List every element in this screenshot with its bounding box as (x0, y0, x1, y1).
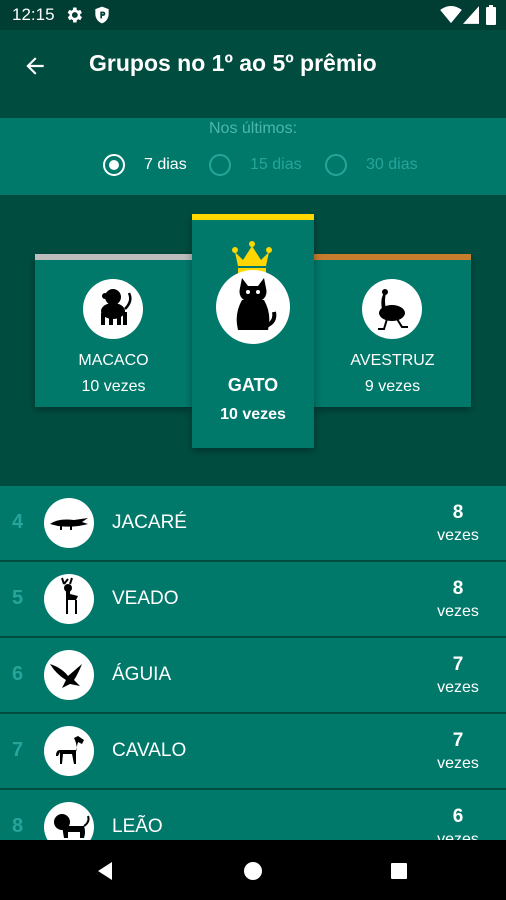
filter-label: Nos últimos: (208, 120, 298, 137)
podium-count: 9 vezes (364, 378, 421, 395)
ostrich-icon (378, 289, 408, 330)
rank-number: 5 (12, 587, 24, 609)
count-unit: vezes (437, 831, 479, 840)
list-item[interactable]: 6 ÁGUIA 7 vezes (0, 638, 506, 712)
count-value: 6 (452, 806, 464, 827)
radio-button[interactable] (325, 154, 347, 176)
podium-name: AVESTRUZ (350, 352, 435, 369)
home-circle-icon[interactable] (242, 860, 264, 882)
back-triangle-icon[interactable] (94, 860, 116, 882)
list-item[interactable]: 4 JACARÉ 8 vezes (0, 486, 506, 560)
list-item[interactable]: 5 VEADO 8 vezes (0, 562, 506, 636)
podium-count: 10 vezes (220, 406, 286, 423)
gear-icon (67, 7, 82, 23)
eagle-icon (50, 664, 82, 688)
radio-label: 30 dias (366, 156, 418, 173)
podium-name: GATO (227, 375, 279, 395)
radio-label: 7 dias (144, 156, 187, 173)
avatar (44, 650, 94, 700)
animal-name: ÁGUIA (112, 664, 172, 685)
animal-name: VEADO (112, 588, 179, 609)
status-bar: 12:15 (0, 0, 506, 30)
radio-30-dias[interactable]: 30 dias (325, 154, 418, 176)
radio-7-dias[interactable]: 7 dias (103, 154, 187, 176)
avatar (362, 279, 422, 339)
animal-name: LEÃO (112, 816, 163, 837)
radio-15-dias[interactable]: 15 dias (209, 154, 302, 176)
count-value: 8 (452, 578, 464, 599)
podium-third[interactable]: AVESTRUZ 9 vezes (314, 254, 471, 407)
rank-number: 8 (12, 815, 24, 837)
avatar (216, 270, 290, 344)
alligator-icon (50, 518, 88, 530)
list-item[interactable]: 7 CAVALO 7 vezes (0, 714, 506, 788)
recents-square-icon[interactable] (388, 860, 410, 882)
count-unit: vezes (437, 603, 479, 620)
monkey-icon (101, 289, 132, 325)
radio-button[interactable] (209, 154, 231, 176)
radio-button[interactable] (103, 154, 125, 176)
lion-icon (54, 814, 90, 838)
rank-number: 7 (12, 739, 24, 761)
back-arrow-icon[interactable] (22, 53, 48, 79)
list-item[interactable]: 8 LEÃO 6 vezes (0, 790, 506, 840)
count-value: 8 (452, 502, 464, 523)
period-filter: Nos últimos: 7 dias 15 dias 30 dias (0, 118, 506, 195)
avatar (44, 574, 94, 624)
avatar (44, 802, 94, 840)
horse-icon (56, 736, 84, 764)
ranking-list: 4 JACARÉ 8 vezes 5 VEADO 8 vezes 6 ÁGUIA… (0, 486, 506, 840)
radio-label: 15 dias (250, 156, 302, 173)
avatar (44, 498, 94, 548)
count-unit: vezes (437, 679, 479, 696)
rank-number: 6 (12, 663, 24, 685)
wifi-icon (440, 6, 462, 24)
podium-first[interactable]: GATO 10 vezes (192, 214, 314, 448)
battery-icon (486, 5, 496, 25)
podium-name: MACACO (78, 352, 149, 369)
animal-name: CAVALO (112, 740, 187, 761)
signal-icon (463, 6, 479, 24)
count-unit: vezes (437, 755, 479, 772)
shield-icon (95, 6, 109, 24)
count-unit: vezes (437, 527, 479, 544)
page-title: Grupos no 1º ao 5º prêmio (89, 50, 377, 76)
podium-second[interactable]: MACACO 10 vezes (35, 254, 192, 407)
avatar (83, 279, 143, 339)
podium-count: 10 vezes (81, 378, 146, 395)
cat-icon (236, 278, 277, 330)
app-bar: Grupos no 1º ao 5º prêmio (0, 30, 506, 118)
navigation-bar (0, 840, 506, 900)
crown-icon (232, 241, 272, 273)
avatar (44, 726, 94, 776)
count-value: 7 (452, 654, 464, 675)
animal-name: JACARÉ (112, 512, 187, 533)
count-value: 7 (452, 730, 464, 751)
rank-number: 4 (12, 511, 24, 533)
podium: MACACO 10 vezes AVESTRUZ 9 vezes GATO 10… (0, 195, 506, 485)
status-time: 12:15 (12, 5, 55, 24)
deer-icon (61, 577, 78, 614)
